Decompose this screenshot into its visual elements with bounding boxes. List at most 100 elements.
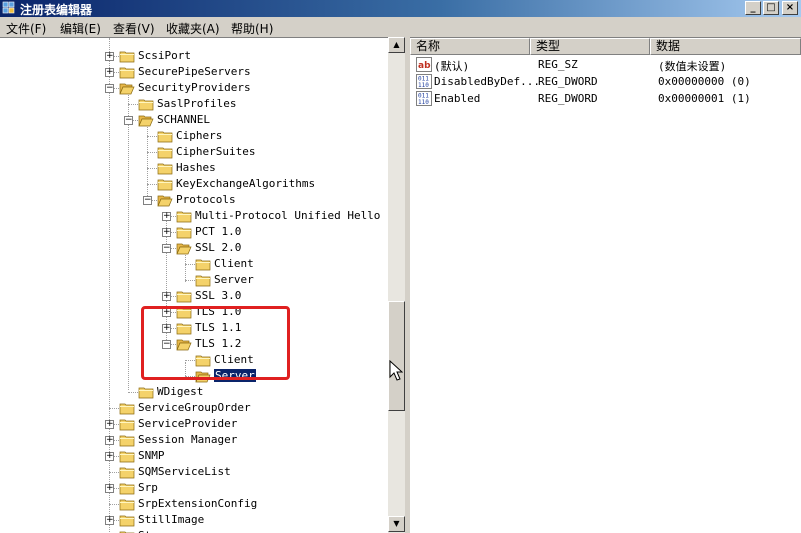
menu-view[interactable]: 查看(V) xyxy=(113,20,155,37)
value-row[interactable]: ab (默认) REG_SZ (数值未设置) xyxy=(410,56,801,73)
value-type-cell: REG_DWORD xyxy=(538,75,598,88)
menu-file[interactable]: 文件(F) xyxy=(6,20,46,37)
tree-node-label: SSL 2.0 xyxy=(195,241,242,254)
value-row[interactable]: 011 110 Enabled REG_DWORD 0x00000001 (1) xyxy=(410,90,801,107)
tree-node[interactable]: − Protocols xyxy=(0,192,388,208)
close-button[interactable]: × xyxy=(782,1,798,15)
tree-node-label: SaslProfiles xyxy=(157,97,237,110)
scroll-down-button[interactable]: ▼ xyxy=(388,516,405,532)
tree-node[interactable]: SrpExtensionConfig xyxy=(0,496,388,512)
collapse-icon[interactable]: − xyxy=(105,84,114,93)
tree-node-label: ScsiPort xyxy=(138,49,191,62)
collapse-icon[interactable]: − xyxy=(162,244,171,253)
tree-node-label: Hashes xyxy=(176,161,216,174)
folder-icon xyxy=(176,227,192,239)
tree-node[interactable]: + Srp xyxy=(0,480,388,496)
registry-tree[interactable]: + ScsiPort + SecurePipeServers − SecurityProv… xyxy=(0,37,405,533)
tree-node[interactable]: WDigest xyxy=(0,384,388,400)
tree-node-label: CipherSuites xyxy=(176,145,256,158)
tree-node[interactable]: + Session Manager xyxy=(0,432,388,448)
values-list[interactable]: 名称 类型 数据 ab (默认) REG_SZ (数值未设置) 011 110 Disabl… xyxy=(410,37,801,533)
menu-edit[interactable]: 编辑(E) xyxy=(60,20,101,37)
tree-node-label: KeyExchangeAlgorithms xyxy=(176,177,316,190)
tree-node[interactable]: SaslProfiles xyxy=(0,96,388,112)
tree-node-label: SNMP xyxy=(138,449,165,462)
tree-node[interactable]: Hashes xyxy=(0,160,388,176)
tree-node[interactable]: − SSL 2.0 xyxy=(0,240,388,256)
tree-node[interactable]: CipherSuites xyxy=(0,144,388,160)
tree-node[interactable]: + Multi-Protocol Unified Hello xyxy=(0,208,388,224)
tree-node[interactable]: + ScsiPort xyxy=(0,48,388,64)
tree-node-label: PCT 1.0 xyxy=(195,225,242,238)
value-data-cell: 0x00000001 (1) xyxy=(658,92,751,105)
expand-icon[interactable]: + xyxy=(105,436,114,445)
column-header-data[interactable]: 数据 xyxy=(650,38,801,55)
tree-node[interactable]: + PCT 1.0 xyxy=(0,224,388,240)
menu-bar: 文件(F) 编辑(E) 查看(V) 收藏夹(A) 帮助(H) xyxy=(0,17,801,37)
tree-node[interactable]: + SNMP xyxy=(0,448,388,464)
tree-node[interactable]: Storage xyxy=(0,528,388,533)
tree-scrollbar[interactable]: ▲ ▼ xyxy=(388,37,405,533)
tree-node[interactable]: Ciphers xyxy=(0,128,388,144)
tree-node[interactable]: ServiceGroupOrder xyxy=(0,400,388,416)
menu-help[interactable]: 帮助(H) xyxy=(231,20,273,37)
tree-node[interactable]: KeyExchangeAlgorithms xyxy=(0,176,388,192)
folder-icon xyxy=(119,483,135,495)
tree-node-label: Server xyxy=(214,273,254,286)
folder-icon xyxy=(119,51,135,63)
column-header-name[interactable]: 名称 xyxy=(410,38,530,55)
menu-favorites[interactable]: 收藏夹(A) xyxy=(166,20,220,37)
scroll-thumb[interactable] xyxy=(388,301,405,411)
folder-icon xyxy=(119,67,135,79)
tree-node[interactable]: Server xyxy=(0,272,388,288)
folder-icon xyxy=(119,467,135,479)
folder-open-icon xyxy=(119,83,135,95)
scroll-up-button[interactable]: ▲ xyxy=(388,37,405,53)
tree-node[interactable]: + SecurePipeServers xyxy=(0,64,388,80)
tree-node[interactable]: + SSL 3.0 xyxy=(0,288,388,304)
maximize-button[interactable]: □ xyxy=(763,1,779,15)
regedit-icon xyxy=(2,1,15,14)
expand-icon[interactable]: + xyxy=(162,292,171,301)
folder-icon xyxy=(176,291,192,303)
tree-node[interactable]: − SecurityProviders xyxy=(0,80,388,96)
minimize-button[interactable]: _ xyxy=(745,1,761,15)
mouse-cursor-icon xyxy=(389,360,403,381)
tree-node-label: Storage xyxy=(138,529,184,533)
expand-icon[interactable]: + xyxy=(105,452,114,461)
folder-icon xyxy=(138,99,154,111)
svg-text:110: 110 xyxy=(418,82,429,89)
folder-icon xyxy=(119,499,135,511)
value-name-cell: (默认) xyxy=(434,60,470,73)
tree-node[interactable]: Client xyxy=(0,256,388,272)
folder-icon xyxy=(157,131,173,143)
folder-icon xyxy=(176,211,192,223)
tree-node[interactable]: + ServiceProvider xyxy=(0,416,388,432)
dword-value-icon: 011110 xyxy=(416,74,432,89)
collapse-icon[interactable]: − xyxy=(124,116,133,125)
tree-node[interactable]: + StillImage xyxy=(0,512,388,528)
tree-node-label: SrpExtensionConfig xyxy=(138,497,258,510)
folder-icon xyxy=(157,179,173,191)
expand-icon[interactable]: + xyxy=(105,484,114,493)
tree-node-label: SecurityProviders xyxy=(138,81,251,94)
column-header-type[interactable]: 类型 xyxy=(530,38,650,55)
tree-node-label: Session Manager xyxy=(138,433,238,446)
expand-icon[interactable]: + xyxy=(162,228,171,237)
value-row[interactable]: 011 110 DisabledByDef... REG_DWORD 0x0000000… xyxy=(410,73,801,90)
expand-icon[interactable]: + xyxy=(105,52,114,61)
folder-icon xyxy=(119,435,135,447)
svg-text:ab: ab xyxy=(418,61,431,71)
expand-icon[interactable]: + xyxy=(105,516,114,525)
tree-node[interactable]: SQMServiceList xyxy=(0,464,388,480)
folder-icon xyxy=(195,275,211,287)
value-data-cell: (数值未设置) xyxy=(658,60,727,73)
tree-node-label: ServiceGroupOrder xyxy=(138,401,251,414)
expand-icon[interactable]: + xyxy=(105,420,114,429)
expand-icon[interactable]: + xyxy=(105,68,114,77)
collapse-icon[interactable]: − xyxy=(143,196,152,205)
tree-node[interactable]: − SCHANNEL xyxy=(0,112,388,128)
folder-icon xyxy=(119,531,135,533)
expand-icon[interactable]: + xyxy=(162,212,171,221)
tree-node-label: StillImage xyxy=(138,513,205,526)
